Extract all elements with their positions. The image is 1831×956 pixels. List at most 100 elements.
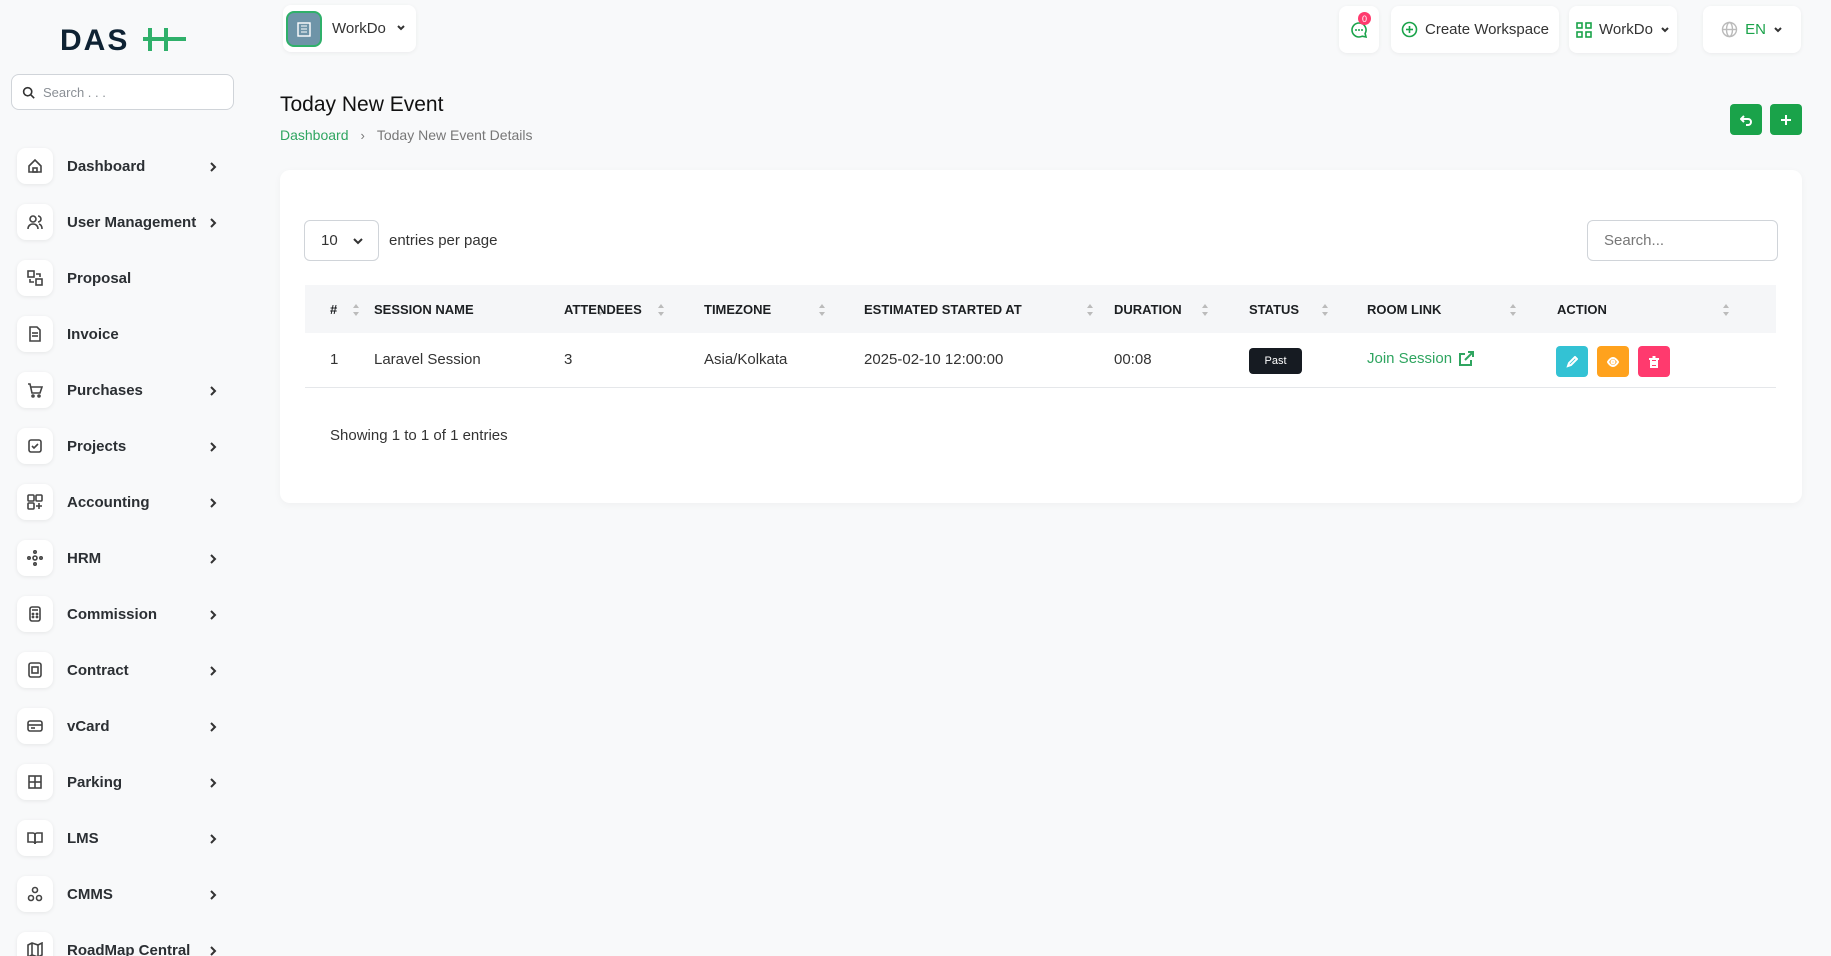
notification-badge: 0	[1358, 12, 1371, 25]
back-button[interactable]	[1730, 104, 1762, 135]
checkbox-icon	[28, 439, 42, 453]
column-header[interactable]: ESTIMATED STARTED AT	[851, 285, 1101, 333]
sort-icon	[1086, 302, 1094, 318]
table-search-input[interactable]	[1587, 220, 1778, 261]
sidebar-item-vcard[interactable]: vCard	[0, 698, 244, 754]
messages-button[interactable]: 0	[1339, 6, 1379, 53]
map-icon	[27, 942, 43, 956]
entries-control: 10 entries per page	[304, 220, 497, 261]
chevron-down-icon	[1661, 26, 1669, 32]
column-header[interactable]: SESSION NAME	[361, 285, 603, 333]
sidebar: DAS Dashboard User Management Proposal Invo…	[0, 0, 244, 956]
cmms-icon-wrap	[17, 876, 53, 912]
column-header-label: SESSION NAME	[374, 302, 474, 317]
chevron-down-icon	[353, 237, 363, 244]
chevron-right-icon	[208, 440, 218, 452]
card-icon	[27, 720, 43, 732]
cell-room-link: Join Session	[1354, 333, 1544, 387]
dash-logo[interactable]: DAS	[60, 24, 186, 54]
language-selector[interactable]: EN	[1703, 6, 1801, 53]
calculator-icon-wrap	[17, 596, 53, 632]
cart-icon-wrap	[17, 372, 53, 408]
sidebar-item-invoice[interactable]: Invoice	[0, 306, 244, 362]
book-icon-wrap	[17, 820, 53, 856]
column-header-label: ROOM LINK	[1367, 302, 1442, 317]
sidebar-item-cmms[interactable]: CMMS	[0, 866, 244, 922]
cell-num: 1	[305, 333, 361, 387]
chevron-right-icon	[208, 160, 218, 172]
sidebar-item-projects[interactable]: Projects	[0, 418, 244, 474]
workspace-switcher[interactable]: WorkDo	[283, 5, 416, 52]
column-header-label: ACTION	[1557, 302, 1607, 317]
sidebar-item-accounting[interactable]: Accounting	[0, 474, 244, 530]
column-header[interactable]: ACTION	[1544, 285, 1776, 333]
column-header[interactable]: ATTENDEES	[551, 285, 691, 333]
entries-label: entries per page	[389, 232, 498, 249]
sidebar-item-contract[interactable]: Contract	[0, 642, 244, 698]
trash-icon	[1649, 355, 1659, 368]
edit-button[interactable]	[1556, 346, 1588, 377]
column-header[interactable]: #	[305, 285, 361, 333]
column-header[interactable]: DURATION	[1101, 285, 1236, 333]
building-icon	[297, 21, 311, 37]
workspace-menu-label: WorkDo	[1599, 21, 1653, 38]
page-title: Today New Event	[280, 93, 444, 116]
workspace-avatar	[286, 10, 322, 47]
join-session-link[interactable]: Join Session	[1367, 350, 1475, 367]
cell-actions	[1544, 333, 1776, 387]
sidebar-item-label: Accounting	[67, 493, 150, 511]
sidebar-item-lms[interactable]: LMS	[0, 810, 244, 866]
sidebar-item-proposal[interactable]: Proposal	[0, 250, 244, 306]
sidebar-item-label: Invoice	[67, 325, 119, 343]
eye-icon	[1607, 356, 1619, 367]
create-workspace-button[interactable]: Create Workspace	[1391, 6, 1559, 53]
cmms-icon	[27, 886, 43, 902]
sidebar-item-roadmap-central[interactable]: RoadMap Central	[0, 922, 244, 956]
chevron-right-icon	[208, 496, 218, 508]
proposal-icon	[27, 270, 43, 286]
workspace-name: WorkDo	[332, 20, 386, 37]
undo-icon	[1740, 114, 1752, 126]
view-button[interactable]	[1597, 346, 1629, 377]
sort-icon	[352, 302, 360, 318]
sidebar-search[interactable]	[11, 74, 234, 110]
duration: 00:08	[1114, 351, 1152, 368]
column-header-label: STATUS	[1249, 302, 1300, 317]
cell-status: Past	[1236, 333, 1354, 387]
column-header[interactable]: ROOM LINK	[1354, 285, 1544, 333]
breadcrumb: Dashboard › Today New Event Details	[280, 127, 532, 143]
invoice-icon	[29, 326, 41, 342]
sidebar-item-dashboard[interactable]: Dashboard	[0, 138, 244, 194]
sidebar-search-input[interactable]	[43, 84, 213, 100]
contract-icon	[28, 662, 42, 678]
sidebar-item-label: CMMS	[67, 885, 113, 903]
map-icon-wrap	[17, 932, 53, 956]
sidebar-item-label: Parking	[67, 773, 123, 791]
events-table: # SESSION NAME ATTENDEES TIMEZONE ESTIMATED …	[305, 285, 1776, 388]
cell-attendees: 3	[551, 333, 691, 387]
sidebar-item-label: vCard	[67, 717, 110, 735]
sort-icon	[818, 302, 826, 318]
delete-button[interactable]	[1638, 346, 1670, 377]
workspace-menu[interactable]: WorkDo	[1569, 6, 1677, 53]
sidebar-item-user-management[interactable]: User Management	[0, 194, 244, 250]
sidebar-item-commission[interactable]: Commission	[0, 586, 244, 642]
column-header[interactable]: TIMEZONE	[691, 285, 851, 333]
breadcrumb-dashboard-link[interactable]: Dashboard	[280, 127, 349, 143]
events-card: 10 entries per page # SESSION NAME ATTENDE…	[280, 170, 1802, 503]
sidebar-item-hrm[interactable]: HRM	[0, 530, 244, 586]
chevron-right-icon	[208, 384, 218, 396]
column-header[interactable]: STATUS	[1236, 285, 1354, 333]
add-button[interactable]	[1770, 104, 1802, 135]
home-icon-wrap	[17, 148, 53, 184]
checkbox-icon-wrap	[17, 428, 53, 464]
entries-per-page-select[interactable]: 10	[304, 220, 379, 261]
sidebar-item-purchases[interactable]: Purchases	[0, 362, 244, 418]
sidebar-item-parking[interactable]: Parking	[0, 754, 244, 810]
home-icon	[28, 158, 42, 173]
column-header-label: TIMEZONE	[704, 302, 772, 317]
cell-session-name: Laravel Session	[361, 333, 551, 387]
sidebar-item-label: HRM	[67, 549, 102, 567]
create-workspace-label: Create Workspace	[1425, 21, 1549, 38]
entries-value: 10	[321, 232, 338, 249]
